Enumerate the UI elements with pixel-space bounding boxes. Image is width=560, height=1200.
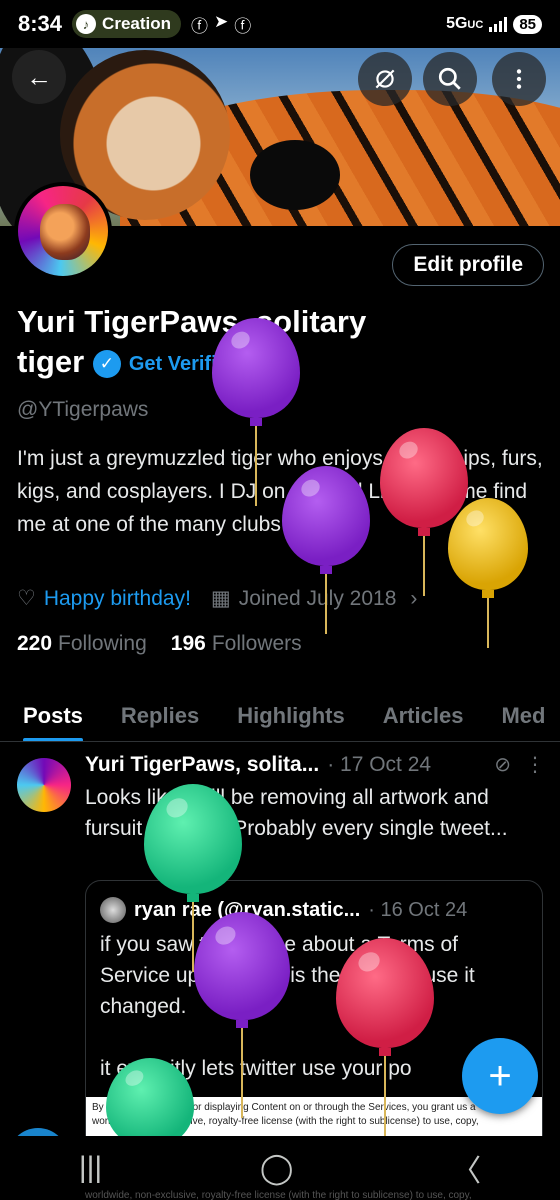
signal-icon <box>489 16 508 32</box>
creation-pill: ♪ Creation <box>72 10 182 38</box>
get-verified-link[interactable]: Get Verified <box>129 344 240 384</box>
birthday-label: Happy birthday! <box>43 586 191 610</box>
status-time: 8:34 <box>18 11 63 36</box>
home-icon[interactable]: ◯ <box>260 1151 294 1186</box>
post-author-avatar[interactable] <box>17 758 71 812</box>
avatar-image <box>18 186 108 276</box>
back-button[interactable]: ← <box>12 50 66 104</box>
quote-image-line-2: worldwide, non-exclusive, royalty-free l… <box>92 1116 479 1127</box>
tab-replies[interactable]: Replies <box>121 690 199 741</box>
status-right: 5GUC 85 <box>446 14 542 34</box>
profile-handle: @YTigerpaws <box>17 398 149 421</box>
quote-text-paragraph-1: if you saw that notice about a Terms of … <box>100 933 475 1018</box>
profile-bio: I'm just a greymuzzled tiger who enjoys … <box>17 447 543 536</box>
telegram-icon: ➤ <box>214 11 229 31</box>
search-icon <box>438 67 461 90</box>
profile-avatar[interactable] <box>14 182 112 280</box>
chevron-right-icon[interactable]: › <box>410 587 417 611</box>
banner-detail <box>250 140 340 210</box>
following-link[interactable]: 220 Following <box>17 632 147 656</box>
plus-icon: + <box>488 1053 512 1098</box>
battery-level: 85 <box>513 14 542 34</box>
quoted-post[interactable]: ryan rae (@ryan.static... · 16 Oct 24 if… <box>85 880 543 1180</box>
tab-articles[interactable]: Articles <box>383 690 464 741</box>
birthday-balloon-icon: ♡ <box>17 587 36 610</box>
facebook-icon-2: ⓕ <box>234 16 252 36</box>
search-button[interactable] <box>423 52 477 106</box>
tab-media[interactable]: Med <box>501 690 545 741</box>
compose-post-button[interactable]: + <box>462 1038 538 1114</box>
followers-link[interactable]: 196 Followers <box>171 632 302 656</box>
profile-tabs: Posts Replies Highlights Articles Med <box>0 690 560 742</box>
verify-block[interactable]: ✓ Get Verified <box>92 344 240 384</box>
creation-label: Creation <box>102 14 172 33</box>
music-note-icon: ♪ <box>76 14 97 34</box>
verified-badge-icon: ✓ <box>92 349 121 378</box>
quote-header: ryan rae (@ryan.static... · 16 Oct 24 <box>100 897 530 923</box>
joined-label: Joined July 2018 <box>238 586 397 610</box>
back-arrow-icon: ← <box>26 61 52 92</box>
post-date[interactable]: · 17 Oct 24 <box>327 753 431 777</box>
edit-profile-button[interactable]: Edit profile <box>392 244 544 286</box>
mute-button[interactable] <box>358 52 412 106</box>
more-options-button[interactable] <box>492 52 546 106</box>
mute-icon <box>375 69 395 89</box>
calendar-icon: ▦ <box>210 587 231 610</box>
facebook-icon: ⓕ <box>191 16 209 36</box>
post-more-icon[interactable]: ⋮ <box>525 752 545 777</box>
tab-highlights[interactable]: Highlights <box>237 690 345 741</box>
status-bar: 8:34 ♪ Creation ⓕ ➤ ⓕ 5GUC 85 <box>0 0 560 48</box>
recent-apps-icon[interactable]: ||| <box>79 1151 102 1185</box>
quote-author-avatar <box>100 897 126 923</box>
post-header: Yuri TigerPaws, solita... · 17 Oct 24 ⊘ … <box>85 752 545 777</box>
back-nav-icon[interactable]: 〈 <box>451 1146 481 1190</box>
profile-name-block: Yuri TigerPaws, solitary tiger ✓ Get Ver… <box>17 302 417 384</box>
post-author-name[interactable]: Yuri TigerPaws, solita... <box>85 753 319 777</box>
quote-author-name: ryan rae (@ryan.static... <box>134 898 361 921</box>
network-type: 5GUC <box>446 15 484 32</box>
notification-icons: ⓕ ➤ ⓕ <box>191 12 251 37</box>
quote-date: · 16 Oct 24 <box>368 898 468 921</box>
profile-meta: ♡ Happy birthday! ▦ Joined July 2018 › <box>17 586 417 611</box>
bottom-overflow-text: worldwide, non-exclusive, royalty-free l… <box>85 1190 472 1200</box>
post-mute-icon[interactable]: ⊘ <box>494 752 511 777</box>
tab-posts[interactable]: Posts <box>23 690 83 741</box>
follow-stats: 220 Following 196 Followers <box>17 632 302 656</box>
quote-image-line-1: By submitting, posting or displaying Con… <box>92 1102 476 1113</box>
more-vertical-icon <box>516 69 522 89</box>
post-text: Looks like I will be removing all artwor… <box>85 786 508 840</box>
